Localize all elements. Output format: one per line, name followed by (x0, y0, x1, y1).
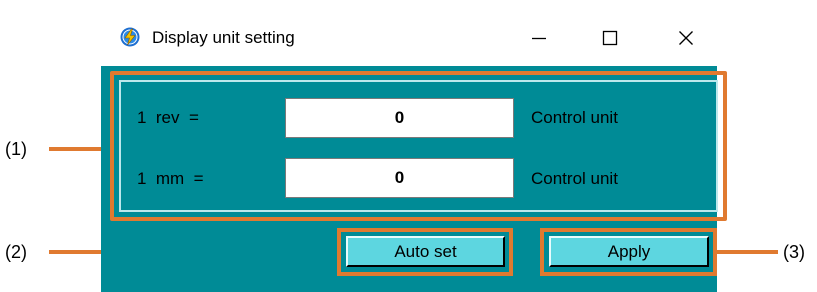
apply-button[interactable]: Apply (549, 236, 709, 267)
mm-unit-label: Control unit (531, 169, 618, 188)
close-icon (679, 31, 693, 45)
callout-line-3 (716, 250, 778, 254)
callout-label-1: (1) (5, 139, 27, 159)
mm-value-input[interactable] (285, 158, 514, 198)
maximize-icon (602, 30, 618, 46)
title-bar[interactable]: Display unit setting (101, 10, 717, 66)
rev-unit-label: Control unit (531, 108, 618, 127)
lightning-bolt-icon (120, 27, 140, 47)
maximize-button[interactable] (590, 22, 630, 54)
minimize-button[interactable] (519, 22, 559, 54)
rev-label: 1 rev = (137, 108, 199, 127)
rev-value-input[interactable] (285, 98, 514, 138)
close-button[interactable] (666, 22, 706, 54)
minimize-icon (532, 37, 546, 40)
mm-label: 1 mm = (137, 169, 204, 188)
callout-label-3: (3) (783, 242, 805, 262)
auto-set-button[interactable]: Auto set (346, 236, 505, 267)
window-title: Display unit setting (152, 28, 295, 47)
callout-label-2: (2) (5, 242, 27, 262)
